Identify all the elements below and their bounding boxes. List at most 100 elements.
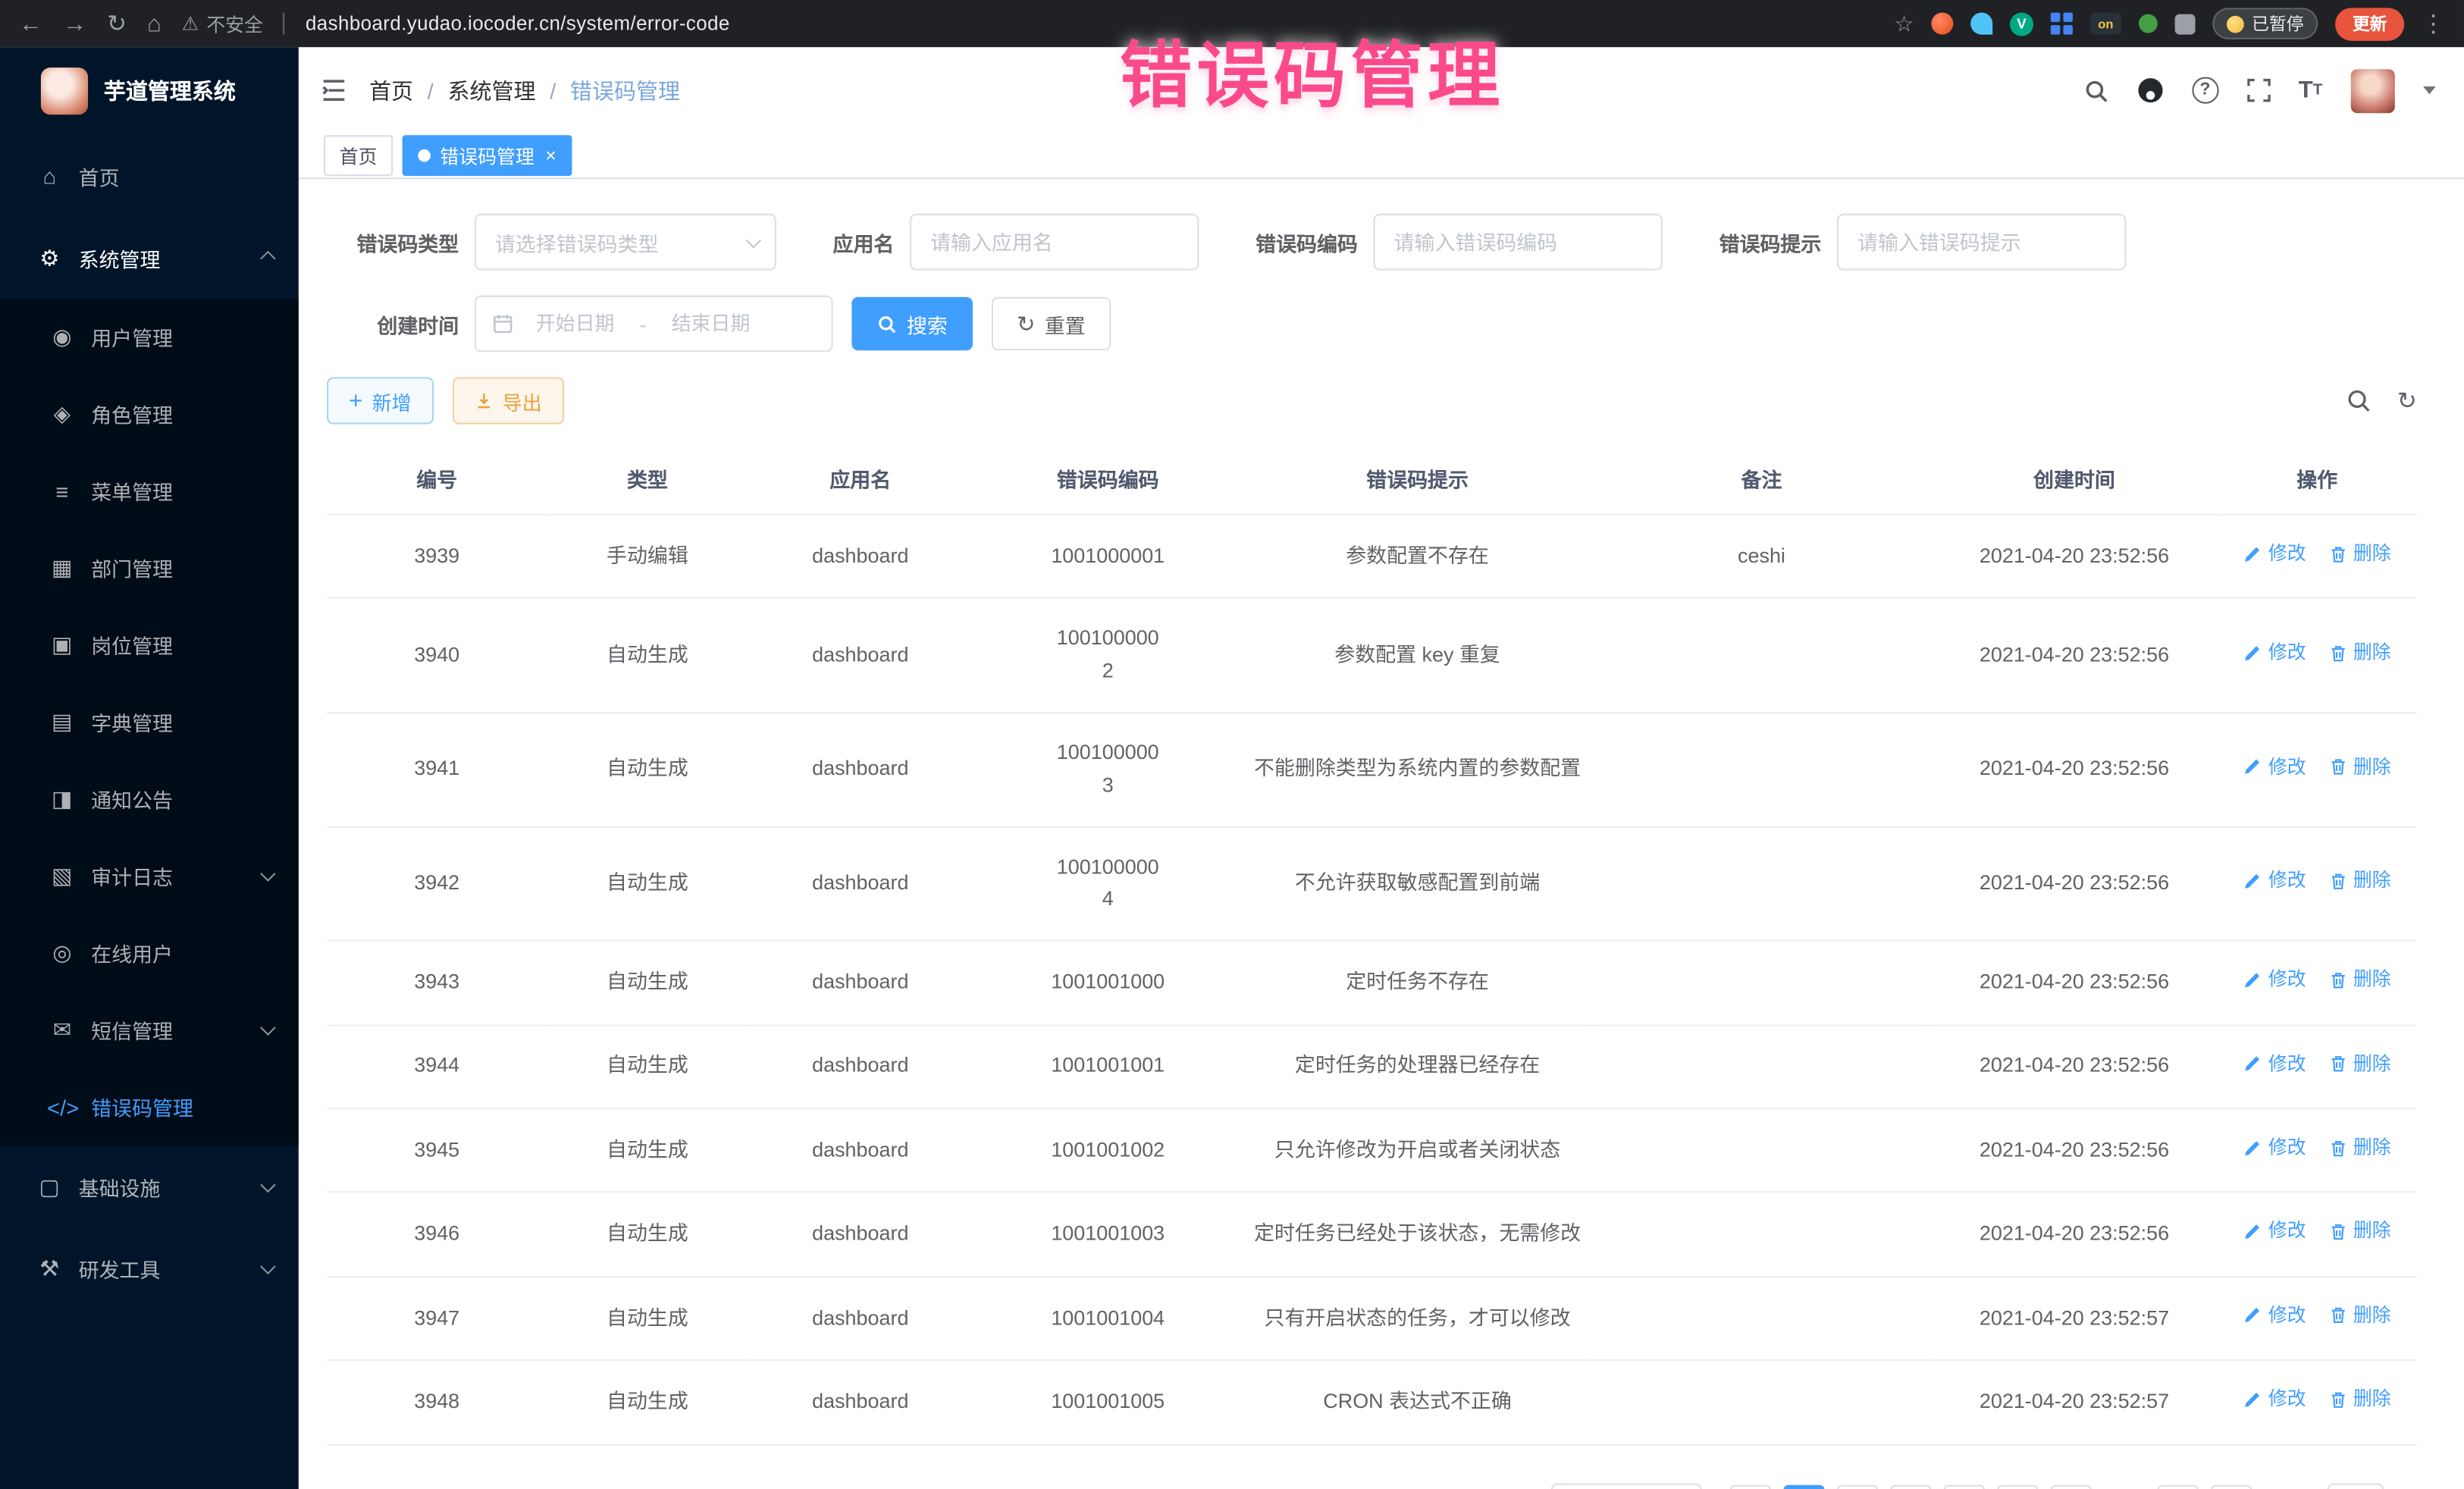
cell-time: 2021-04-20 23:52:56 [1931, 1108, 2217, 1193]
bookmark-star-icon[interactable]: ☆ [1895, 13, 1914, 35]
prev-page-button[interactable] [1730, 1484, 1771, 1489]
sidebar-item-label: 审计日志 [91, 861, 173, 891]
next-page-button[interactable] [2211, 1484, 2252, 1489]
extension-icon[interactable] [1931, 13, 1953, 35]
chevron-down-icon[interactable] [2423, 86, 2436, 94]
breadcrumb: 首页 / 系统管理 / 错误码管理 [369, 74, 680, 105]
sidebar-item-11[interactable]: ✉短信管理 [0, 992, 299, 1069]
delete-button[interactable]: 删除 [2328, 752, 2391, 782]
tab-0[interactable]: 首页 [324, 135, 393, 176]
forward-icon[interactable]: → [63, 12, 86, 36]
sidebar-item-8[interactable]: ◨通知公告 [0, 760, 299, 838]
page-button-6[interactable]: 6 [2051, 1484, 2092, 1489]
delete-button[interactable]: 删除 [2328, 965, 2391, 995]
security-indicator[interactable]: ⚠ 不安全 [182, 10, 263, 36]
toggle-search-icon[interactable] [2346, 388, 2372, 413]
delete-button[interactable]: 删除 [2328, 539, 2391, 569]
page-button-4[interactable]: 4 [1944, 1484, 1985, 1489]
browser-menu-icon[interactable]: ⋮ [2422, 12, 2445, 36]
extensions-menu-icon[interactable] [2175, 14, 2196, 34]
error-type-select[interactable]: 请选择错误码类型 [475, 214, 776, 271]
search-button[interactable]: 搜索 [851, 297, 973, 350]
extension-icon[interactable] [2051, 13, 2073, 35]
help-icon[interactable]: ? [2192, 77, 2218, 104]
add-button[interactable]: + 新增 [327, 377, 433, 424]
cell-hint: 不允许获取敏感配置到前端 [1243, 826, 1592, 940]
reset-button-label: 重置 [1045, 309, 1086, 338]
sidebar-item-2[interactable]: ◉用户管理 [0, 299, 299, 376]
start-date-input[interactable] [520, 312, 630, 334]
end-date-input[interactable] [656, 312, 766, 334]
filter-form: 错误码类型 请选择错误码类型 应用名 错误码编码 错误码提示 [299, 179, 2464, 352]
export-button[interactable]: 导出 [452, 377, 563, 424]
sidebar-item-14[interactable]: ⚒研发工具 [0, 1227, 299, 1309]
extension-icon[interactable]: on [2090, 13, 2121, 35]
delete-button[interactable]: 删除 [2328, 1133, 2391, 1163]
table-row: 3943自动生成dashboard1001001000定时任务不存在2021-0… [327, 941, 2417, 1025]
edit-button[interactable]: 修改 [2243, 1217, 2306, 1247]
search-icon[interactable] [2083, 78, 2108, 103]
error-code-input[interactable] [1374, 214, 1663, 271]
edit-button[interactable]: 修改 [2243, 1301, 2306, 1331]
font-size-icon[interactable]: TT [2299, 79, 2323, 102]
browser-home-icon[interactable]: ⌂ [147, 12, 161, 36]
page-button-1[interactable]: 1 [1783, 1484, 1824, 1489]
edit-button[interactable]: 修改 [2243, 638, 2306, 668]
sidebar-item-7[interactable]: ▤字典管理 [0, 684, 299, 761]
edit-button[interactable]: 修改 [2243, 1049, 2306, 1080]
delete-button[interactable]: 删除 [2328, 638, 2391, 668]
sidebar-item-1[interactable]: ⚙系统管理 [0, 217, 299, 299]
back-icon[interactable]: ← [19, 12, 42, 36]
close-icon[interactable]: × [545, 146, 556, 165]
sidebar-item-12[interactable]: </>错误码管理 [0, 1068, 299, 1146]
extension-icon[interactable] [1970, 13, 1992, 35]
edit-button[interactable]: 修改 [2243, 866, 2306, 896]
breadcrumb-item-home[interactable]: 首页 [369, 74, 413, 105]
goto-page-input[interactable] [2328, 1483, 2384, 1489]
page-button-8[interactable]: 8 [2158, 1484, 2199, 1489]
edit-button[interactable]: 修改 [2243, 752, 2306, 782]
delete-button[interactable]: 删除 [2328, 1049, 2391, 1080]
delete-button[interactable]: 删除 [2328, 1301, 2391, 1331]
user-avatar[interactable] [2351, 68, 2395, 112]
sidebar-item-0[interactable]: ⌂首页 [0, 135, 299, 217]
edit-button[interactable]: 修改 [2243, 539, 2306, 569]
reset-button[interactable]: ↻ 重置 [992, 297, 1111, 350]
delete-button[interactable]: 删除 [2328, 1217, 2391, 1247]
page-button-3[interactable]: 3 [1890, 1484, 1931, 1489]
reload-icon[interactable]: ↻ [107, 12, 127, 36]
page-button-5[interactable]: 5 [1997, 1484, 2038, 1489]
refresh-table-icon[interactable]: ↻ [2397, 387, 2417, 415]
app-name-input[interactable] [910, 214, 1199, 271]
error-hint-input[interactable] [1837, 214, 2126, 271]
sidebar-item-9[interactable]: ▧审计日志 [0, 838, 299, 915]
cell-type: 自动生成 [547, 941, 748, 1025]
sidebar-toggle-icon[interactable] [321, 79, 347, 102]
browser-update-button[interactable]: 更新 [2335, 7, 2404, 40]
extension-icon[interactable] [2139, 14, 2158, 33]
sidebar-item-13[interactable]: ▢基础设施 [0, 1146, 299, 1227]
fullscreen-icon[interactable] [2246, 79, 2270, 102]
extension-icon[interactable]: V [2010, 12, 2033, 36]
delete-button[interactable]: 删除 [2328, 1384, 2391, 1415]
delete-button[interactable]: 删除 [2328, 866, 2391, 896]
profile-paused-badge[interactable]: 已暂停 [2212, 8, 2318, 39]
edit-button[interactable]: 修改 [2243, 1133, 2306, 1163]
more-pages-button[interactable]: ••• [2104, 1484, 2145, 1489]
page-button-2[interactable]: 2 [1837, 1484, 1878, 1489]
date-range-picker[interactable]: - [475, 296, 833, 353]
edit-button[interactable]: 修改 [2243, 1384, 2306, 1415]
address-bar[interactable]: dashboard.yudao.iocoder.cn/system/error-… [306, 13, 730, 35]
github-icon[interactable] [2136, 77, 2163, 104]
page-size-select[interactable]: 10条/页 [1551, 1483, 1702, 1489]
sidebar-item-10[interactable]: ◎在线用户 [0, 914, 299, 992]
sidebar-item-4[interactable]: ≡菜单管理 [0, 453, 299, 530]
sidebar-item-5[interactable]: ▦部门管理 [0, 529, 299, 607]
pagination: 共 76 条 10条/页 123456•••8 前往 页 [327, 1483, 2417, 1489]
sidebar-item-6[interactable]: ▣岗位管理 [0, 607, 299, 684]
app-logo[interactable]: 芋道管理系统 [0, 47, 299, 135]
tab-1[interactable]: 错误码管理× [403, 135, 572, 176]
sidebar-item-3[interactable]: ◈角色管理 [0, 375, 299, 453]
breadcrumb-item-system[interactable]: 系统管理 [447, 74, 535, 105]
edit-button[interactable]: 修改 [2243, 965, 2306, 995]
